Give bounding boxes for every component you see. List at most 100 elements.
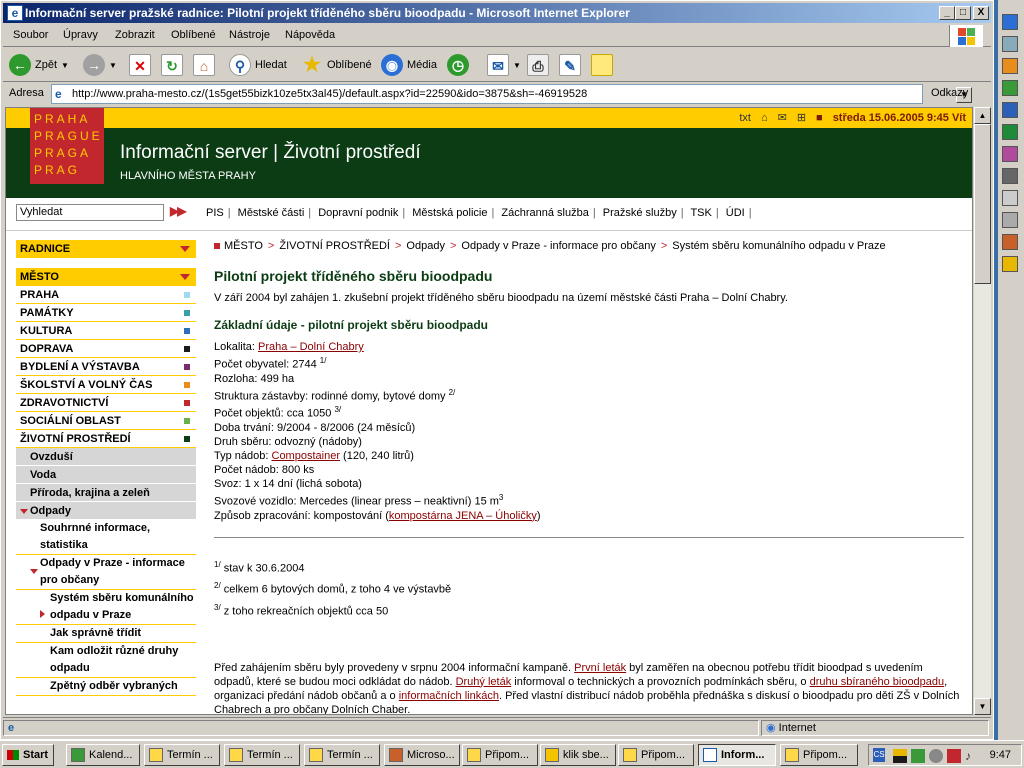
word-icon[interactable] xyxy=(1002,102,1018,118)
sidebar-sub3-system-sberu[interactable]: Systém sběru komunálního odpadu v Praze xyxy=(16,590,196,625)
favorites-button[interactable]: ★ Oblíbené xyxy=(301,53,372,77)
informacnich-linkach-link[interactable]: informačních linkách xyxy=(399,690,499,702)
nav-prazske-sluzby[interactable]: Pražské služby xyxy=(603,207,677,219)
praha-logo[interactable]: PRAHA PRAGUE PRAGA PRAG xyxy=(30,108,104,184)
dropdown-arrow-icon[interactable]: ▼ xyxy=(109,61,117,70)
breadcrumb-system[interactable]: Systém sběru komunálního odpadu v Praze xyxy=(672,240,885,252)
app-icon[interactable] xyxy=(1002,168,1018,184)
sidebar-mesto[interactable]: MĚSTO xyxy=(16,268,196,286)
volume-icon[interactable]: ♪ xyxy=(965,749,979,763)
menu-soubor[interactable]: Soubor xyxy=(13,29,48,41)
sidebar-sub-priroda[interactable]: Příroda, krajina a zeleň xyxy=(16,484,196,502)
sitemap-icon[interactable]: ⊞ xyxy=(797,111,806,124)
sidebar-sub-ovzdusi[interactable]: Ovzduší xyxy=(16,448,196,466)
links-button[interactable]: Odkazy xyxy=(931,87,968,99)
taskbar-item-active[interactable]: Inform... xyxy=(698,744,776,766)
nav-mestska-policie[interactable]: Městská policie xyxy=(412,207,487,219)
close-button[interactable]: X xyxy=(973,6,989,20)
sidebar-sub-voda[interactable]: Voda xyxy=(16,466,196,484)
menu-nastroje[interactable]: Nástroje xyxy=(229,29,270,41)
sidebar-radnice[interactable]: RADNICE xyxy=(16,240,196,258)
print-button[interactable]: ⎙ xyxy=(527,53,549,77)
sidebar-sub3-jak-tridit[interactable]: Jak správně třídit xyxy=(16,625,196,643)
taskbar-item[interactable]: Microso... xyxy=(384,744,460,766)
app-icon[interactable] xyxy=(1002,80,1018,96)
lokalita-link[interactable]: Praha – Dolní Chabry xyxy=(258,341,364,353)
sidebar-sub2-souhrnne[interactable]: Souhrnné informace, statistika xyxy=(16,520,196,555)
nav-pis[interactable]: PIS xyxy=(206,207,224,219)
taskbar-item[interactable]: Připom... xyxy=(462,744,538,766)
search-button[interactable]: ⚲ Hledat xyxy=(229,53,287,77)
app-icon[interactable] xyxy=(1002,14,1018,30)
tray-icon[interactable] xyxy=(911,749,925,763)
scroll-up-icon[interactable]: ▲ xyxy=(974,107,991,124)
refresh-button[interactable]: ↻ xyxy=(161,53,183,77)
history-button[interactable]: ◷ xyxy=(447,53,469,77)
forward-button[interactable]: → ▼ xyxy=(83,53,117,77)
taskbar-item[interactable]: Připom... xyxy=(618,744,694,766)
site-search-input[interactable]: Vyhledat xyxy=(16,204,164,221)
vertical-scrollbar[interactable]: ▲ ▼ xyxy=(973,107,991,715)
nav-udi[interactable]: ÚDI xyxy=(726,207,745,219)
dropdown-arrow-icon[interactable]: ▼ xyxy=(61,61,69,70)
home-icon[interactable]: ⌂ xyxy=(761,112,768,124)
breadcrumb-zivotni[interactable]: ŽIVOTNÍ PROSTŘEDÍ xyxy=(279,240,390,252)
sidebar-item-zivotni-prostredi[interactable]: ŽIVOTNÍ PROSTŘEDÍ xyxy=(16,430,196,448)
app-icon[interactable] xyxy=(1002,212,1018,228)
tray-icon[interactable] xyxy=(929,749,943,763)
sidebar-item-zdravotnictvi[interactable]: ZDRAVOTNICTVÍ xyxy=(16,394,196,412)
minimize-button[interactable]: _ xyxy=(939,6,955,20)
media-button[interactable]: ◉ Média xyxy=(381,53,437,77)
edit-button[interactable]: ✎ xyxy=(559,53,581,77)
back-button[interactable]: ← Zpět ▼ xyxy=(9,53,69,77)
app-icon[interactable] xyxy=(1002,234,1018,250)
home-button[interactable]: ⌂ xyxy=(193,53,215,77)
breadcrumb-mesto[interactable]: MĚSTO xyxy=(224,240,263,252)
taskbar-item[interactable]: klik sbe... xyxy=(540,744,616,766)
sidebar-sub3-kam-odlozit[interactable]: Kam odložit různé druhy odpadu xyxy=(16,643,196,678)
excel-icon[interactable] xyxy=(1002,124,1018,140)
taskbar-item[interactable]: Termín ... xyxy=(144,744,220,766)
menu-upravy[interactable]: Úpravy xyxy=(63,29,98,41)
menu-oblibene[interactable]: Oblíbené xyxy=(171,29,216,41)
sidebar-item-socialni[interactable]: SOCIÁLNÍ OBLAST xyxy=(16,412,196,430)
search-go-icon[interactable]: ▶▶ xyxy=(170,204,187,218)
nav-mestske-casti[interactable]: Městské části xyxy=(238,207,305,219)
sidebar-item-praha[interactable]: PRAHA xyxy=(16,286,196,304)
app-icon[interactable] xyxy=(1002,36,1018,52)
mail-icon[interactable]: ✉ xyxy=(778,111,787,124)
sidebar-item-skolstvi[interactable]: ŠKOLSTVÍ A VOLNÝ ČAS xyxy=(16,376,196,394)
scroll-down-icon[interactable]: ▼ xyxy=(974,698,991,715)
druhu-bioodpadu-link[interactable]: druhu sbíraného bioodpadu xyxy=(810,676,945,688)
sidebar-item-pamatky[interactable]: PAMÁTKY xyxy=(16,304,196,322)
dropdown-arrow-icon[interactable]: ▼ xyxy=(513,61,521,70)
maximize-button[interactable]: □ xyxy=(955,6,971,20)
app-icon[interactable] xyxy=(1002,58,1018,74)
sidebar-sub3-zpetny-odber[interactable]: Zpětný odběr vybraných xyxy=(16,678,196,696)
start-button[interactable]: Start xyxy=(2,744,54,766)
taskbar-item[interactable]: Připom... xyxy=(780,744,858,766)
tray-icon[interactable] xyxy=(893,749,907,763)
mail-button[interactable]: ✉ ▼ xyxy=(487,53,521,77)
sidebar-item-kultura[interactable]: KULTURA xyxy=(16,322,196,340)
taskbar-item[interactable]: Termín ... xyxy=(304,744,380,766)
nav-zachranna-sluzba[interactable]: Záchranná služba xyxy=(501,207,588,219)
breadcrumb-odpady[interactable]: Odpady xyxy=(406,240,445,252)
app-icon[interactable] xyxy=(1002,256,1018,272)
menu-zobrazit[interactable]: Zobrazit xyxy=(115,29,155,41)
prvni-letak-link[interactable]: První leták xyxy=(574,662,626,674)
compostainer-link[interactable]: Compostainer xyxy=(272,450,340,462)
language-icon[interactable]: CS xyxy=(873,748,885,762)
tray-icon[interactable] xyxy=(947,749,961,763)
druhy-letak-link[interactable]: Druhý leták xyxy=(456,676,512,688)
app-icon[interactable] xyxy=(1002,190,1018,206)
stop-button[interactable]: ✕ xyxy=(129,53,151,77)
sidebar-item-doprava[interactable]: DOPRAVA xyxy=(16,340,196,358)
nav-tsk[interactable]: TSK xyxy=(690,207,711,219)
sidebar-sub-odpady[interactable]: Odpady xyxy=(16,502,196,520)
title-bar[interactable]: e Informační server pražské radnice: Pil… xyxy=(3,3,991,23)
breadcrumb-odpady-v-praze[interactable]: Odpady v Praze - informace pro občany xyxy=(461,240,655,252)
address-input[interactable]: e http://www.praha-mesto.cz/(1s5get55biz… xyxy=(51,84,972,104)
taskbar-item[interactable]: Termín ... xyxy=(224,744,300,766)
sidebar-sub2-odpady-v-praze[interactable]: Odpady v Praze - informace pro občany xyxy=(16,555,196,590)
